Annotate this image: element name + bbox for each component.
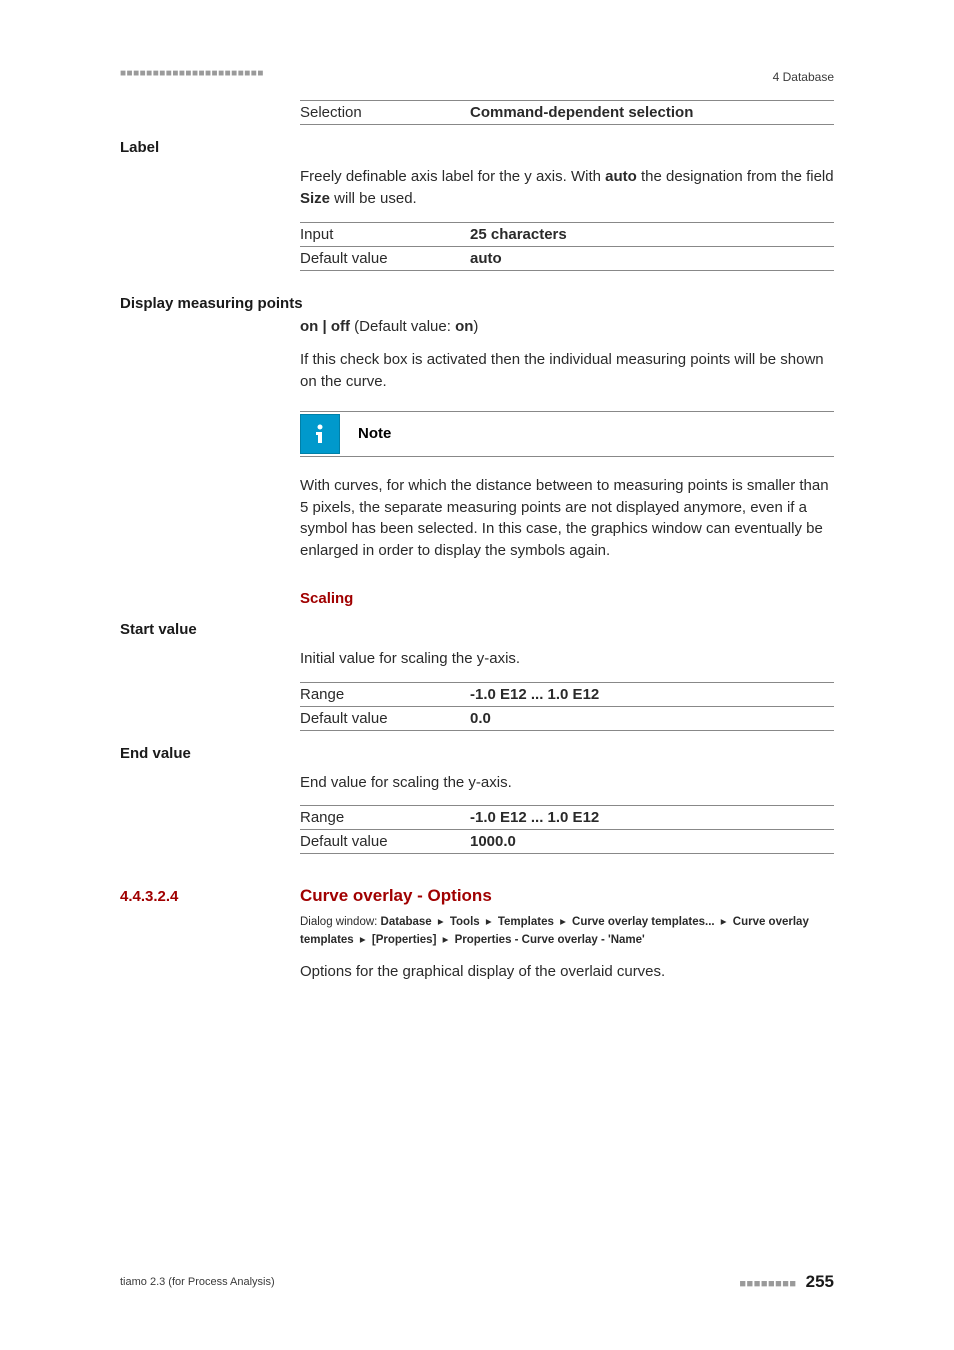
header-dashes: ■■■■■■■■■■■■■■■■■■■■■■ [120,68,264,79]
def-key: Input [300,226,470,243]
breadcrumb-sep-icon: ▸ [483,916,495,928]
dmp-onoff: on | off (Default value: on) [300,316,834,338]
options-body: Options for the graphical display of the… [300,961,834,983]
def-row-default: Default value auto [300,246,834,271]
def-row-input: Input 25 characters [300,222,834,246]
end-body: End value for scaling the y-axis. [300,772,834,794]
footer-product: tiamo 2.3 (for Process Analysis) [120,1276,275,1288]
subsection-row: 4.4.3.2.4 Curve overlay - Options [120,886,834,906]
def-key: Default value [300,833,470,850]
dmp-block: on | off (Default value: on) If this che… [300,316,834,607]
text-seg: will be used. [330,190,417,207]
selection-block: Selection Command-dependent selection [300,100,834,125]
note-body: With curves, for which the distance betw… [300,475,834,562]
def-val: -1.0 E12 ... 1.0 E12 [470,686,599,703]
def-val: auto [470,250,502,267]
breadcrumb-sep-icon: ▸ [557,916,569,928]
def-val: 25 characters [470,226,567,243]
def-key: Default value [300,250,470,267]
start-body: Initial value for scaling the y-axis. [300,648,834,670]
param-label-label: Label [120,139,834,156]
def-key: Range [300,686,470,703]
subsection-number: 4.4.3.2.4 [120,888,300,905]
text-bold: on [455,318,473,335]
def-val: 1000.0 [470,833,516,850]
breadcrumb-sep-icon: ▸ [439,934,451,946]
start-block: Initial value for scaling the y-axis. Ra… [300,648,834,731]
param-start: Start value [120,621,834,638]
header-section: 4 Database [773,70,834,84]
def-key: Selection [300,104,470,121]
note-title: Note [358,425,391,442]
def-row-default: Default value 0.0 [300,706,834,731]
label-body: Freely definable axis label for the y ax… [300,166,834,210]
dialog-path-seg: Curve overlay templates... [572,916,715,928]
footer-page-number: 255 [806,1272,834,1291]
subsection-body: Dialog window: Database ▸ Tools ▸ Templa… [300,914,834,982]
note-head: Note [300,411,834,457]
note-box: Note With curves, for which the distance… [300,411,834,562]
def-row-range: Range -1.0 E12 ... 1.0 E12 [300,682,834,706]
dialog-path-seg: Database [381,916,432,928]
subsection-title: Curve overlay - Options [300,886,492,906]
text-bold-size: Size [300,190,330,207]
dmp-body: If this check box is activated then the … [300,349,834,393]
page-content: Selection Command-dependent selection La… [120,100,834,983]
text-bold: on | off [300,318,350,335]
breadcrumb-sep-icon: ▸ [357,934,369,946]
def-key: Default value [300,710,470,727]
def-val: -1.0 E12 ... 1.0 E12 [470,809,599,826]
def-row-selection: Selection Command-dependent selection [300,100,834,125]
scaling-head: Scaling [300,590,834,607]
text-seg: the designation from the field [637,168,834,185]
text-bold-auto: auto [605,168,637,185]
text-seg: (Default value: [350,318,455,335]
dialog-path: Dialog window: Database ▸ Tools ▸ Templa… [300,914,834,949]
def-row-range: Range -1.0 E12 ... 1.0 E12 [300,805,834,829]
param-dmp: Display measuring points [120,295,834,312]
end-block: End value for scaling the y-axis. Range … [300,772,834,855]
footer-dashes: ■■■■■■■■ [739,1278,796,1290]
dialog-path-seg: Tools [450,916,480,928]
info-icon-svg [308,422,332,446]
dialog-path-seg: Templates [498,916,554,928]
def-key: Range [300,809,470,826]
footer-right: ■■■■■■■■ 255 [739,1272,834,1292]
def-val: 0.0 [470,710,491,727]
def-row-default: Default value 1000.0 [300,829,834,854]
label-block: Freely definable axis label for the y ax… [300,166,834,271]
info-icon [300,414,340,454]
dialog-prefix: Dialog window: [300,916,381,928]
dialog-path-seg: Properties - Curve overlay - 'Name' [455,934,645,946]
dialog-path-seg: [Properties] [372,934,437,946]
text-seg: ) [473,318,478,335]
text-seg: Freely definable axis label for the y ax… [300,168,605,185]
breadcrumb-sep-icon: ▸ [435,916,447,928]
breadcrumb-sep-icon: ▸ [718,916,730,928]
param-end: End value [120,745,834,762]
def-val: Command-dependent selection [470,104,693,121]
